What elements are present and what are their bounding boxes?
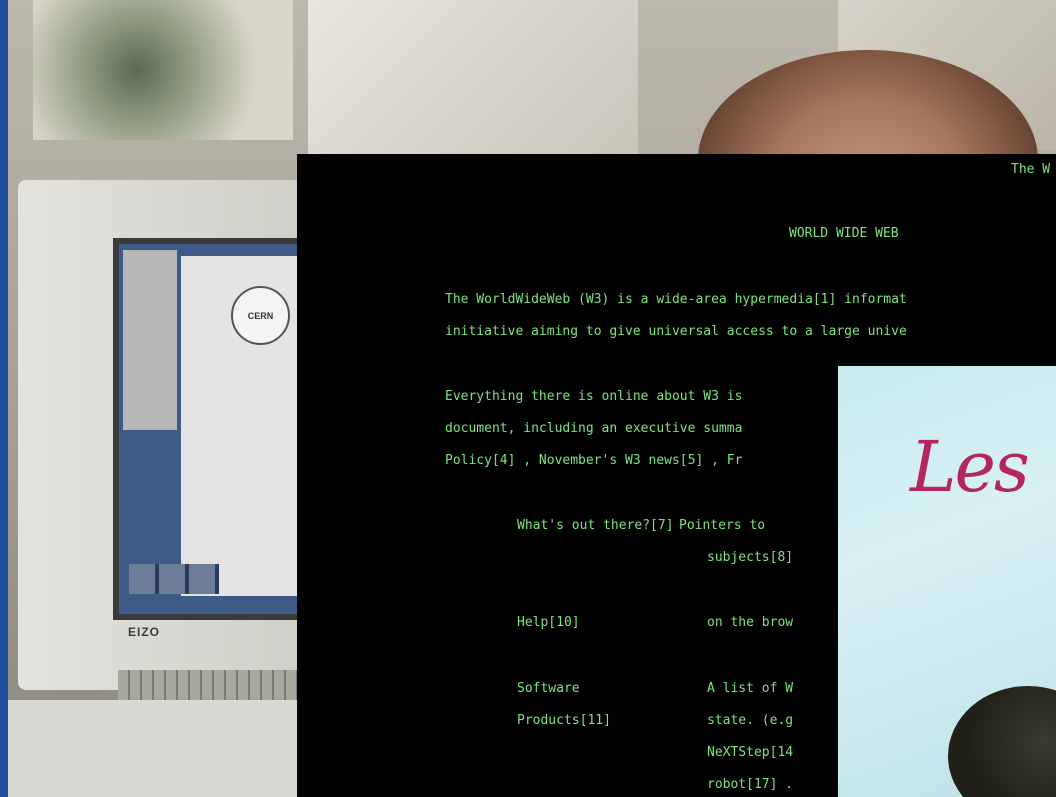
entry-desc: NeXTStep[14 xyxy=(707,745,794,760)
wall-poster xyxy=(308,0,638,160)
terminal-header: The W xyxy=(1011,162,1051,177)
entry-label[interactable]: Software xyxy=(517,681,580,697)
wall-poster xyxy=(33,0,293,140)
entry-desc: on the brow xyxy=(707,615,794,630)
terminal-line: The WorldWideWeb (W3) is a wide-area hyp… xyxy=(445,292,907,307)
terminal-line: document, including an executive summa xyxy=(445,421,743,436)
terminal-line: initiative aiming to give universal acce… xyxy=(445,324,907,339)
screen-window: CERN xyxy=(181,256,313,596)
keyboard xyxy=(118,670,308,700)
desk xyxy=(8,700,308,797)
entry-desc: robot[17] . xyxy=(707,777,794,792)
entry-label[interactable]: What's out there?[7] xyxy=(517,518,674,534)
screen-menu xyxy=(123,250,177,430)
entry-label[interactable]: Help[10] xyxy=(517,615,580,631)
entry-desc: subjects[8] xyxy=(707,550,794,565)
monitor-screen: CERN xyxy=(113,238,325,620)
terminal-heading: WORLD WIDE WEB xyxy=(789,226,899,241)
computer-monitor: CERN EIZO xyxy=(18,180,325,690)
entry-desc: Pointers to xyxy=(679,518,766,533)
inset-title: Les xyxy=(910,426,1030,508)
terminal-line: Everything there is online about W3 is xyxy=(445,389,743,404)
inset-photo: Les xyxy=(838,366,1056,797)
inset-figure xyxy=(948,686,1056,797)
entry-desc: state. (e.g xyxy=(707,713,794,728)
screen-dock xyxy=(129,564,219,594)
cern-logo: CERN xyxy=(231,286,290,345)
monitor-brand-label: EIZO xyxy=(128,625,161,639)
entry-desc: A list of W xyxy=(707,681,794,696)
terminal-line: Policy[4] , November's W3 news[5] , Fr xyxy=(445,453,743,468)
entry-label[interactable]: Products[11] xyxy=(517,713,611,729)
